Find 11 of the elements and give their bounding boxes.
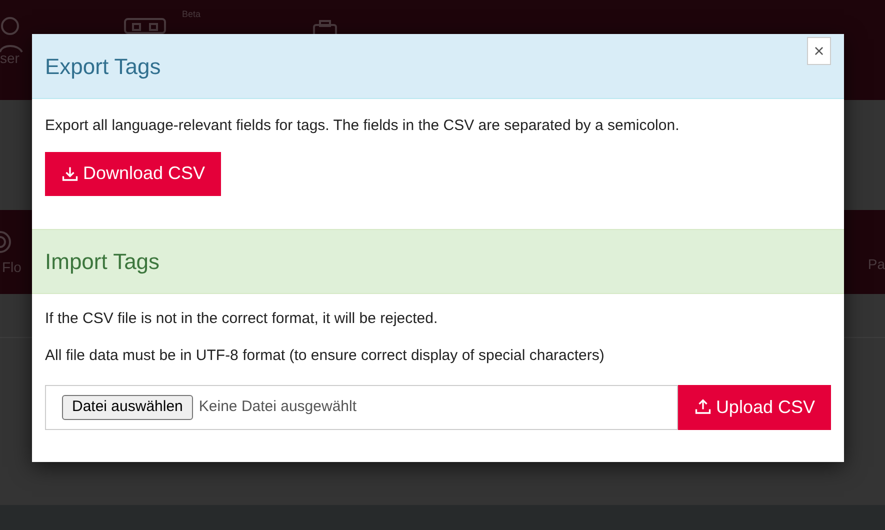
export-description: Export all language-relevant fields for tags. The fields in the CSV are separated by a semicolon. <box>45 116 680 136</box>
choose-file-button[interactable]: Datei auswählen <box>62 394 193 420</box>
import-note: All file data must be in UTF-8 format (to ensure correct display of special characters) <box>45 346 606 366</box>
import-title: Import Tags <box>45 248 160 276</box>
import-note: If the CSV file is not in the correct format, it will be rejected. <box>45 308 439 328</box>
download-csv-button[interactable]: Download CSV <box>45 152 222 196</box>
export-title: Export Tags <box>45 52 161 81</box>
file-status: Keine Datei ausgewählt <box>198 396 357 417</box>
close-button[interactable]: × <box>807 37 831 65</box>
file-input[interactable]: Datei auswählen Keine Datei ausgewählt <box>45 384 678 430</box>
upload-csv-button[interactable]: Upload CSV <box>678 384 831 430</box>
